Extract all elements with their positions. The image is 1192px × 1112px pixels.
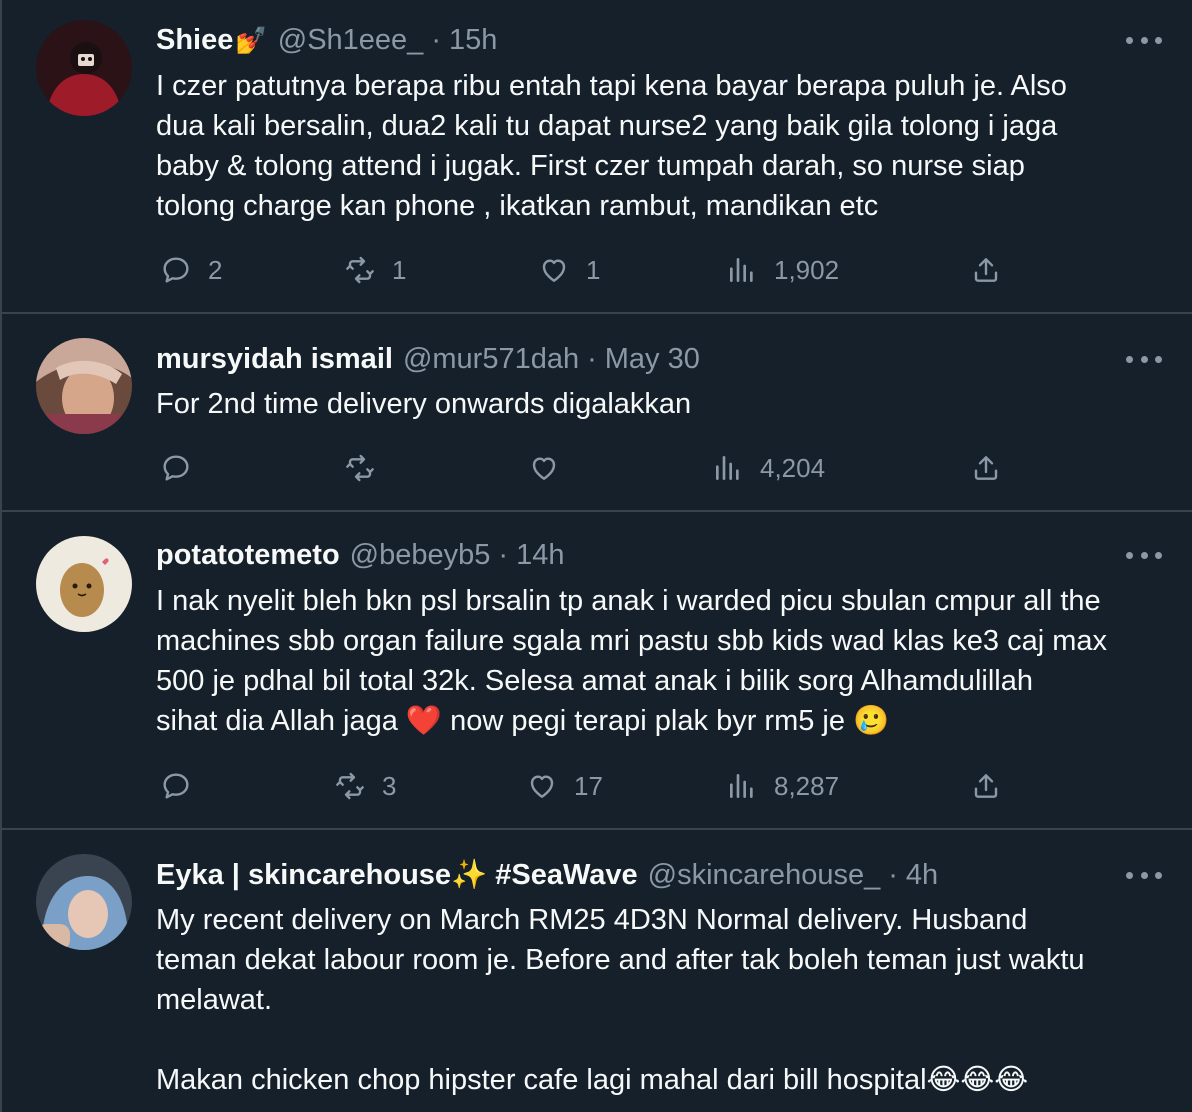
like-button[interactable]: 17 xyxy=(526,766,603,806)
like-button[interactable] xyxy=(528,448,560,488)
tweet-line: tolong charge kan phone , ikatkan rambut… xyxy=(156,190,879,222)
views-button[interactable]: 1,902 xyxy=(726,250,839,290)
timestamp[interactable]: 15h xyxy=(449,24,497,57)
reply-icon xyxy=(163,257,189,283)
tweet-line: melawat. xyxy=(156,984,273,1016)
reply-button[interactable] xyxy=(160,448,192,488)
reply-button[interactable] xyxy=(160,766,192,806)
retweet-icon xyxy=(336,772,364,800)
tweet-line: teman dekat labour room je. Before and a… xyxy=(156,944,1085,976)
more-icon[interactable] xyxy=(1126,347,1162,371)
share-icon xyxy=(974,258,998,282)
like-count: 1 xyxy=(586,254,601,285)
retweet-icon xyxy=(346,256,374,284)
view-count: 4,204 xyxy=(760,452,826,483)
share-icon xyxy=(974,456,998,480)
view-count: 1,902 xyxy=(774,254,840,285)
avatar[interactable] xyxy=(36,338,132,434)
tweet[interactable]: Shiee 💅 @Sh1eee_ · 15h I czer patutnya b… xyxy=(2,0,1192,314)
display-name[interactable]: potatotemeto xyxy=(156,539,340,572)
retweet-button[interactable]: 3 xyxy=(334,766,396,806)
tweet-text: My recent delivery on March RM25 4D3N No… xyxy=(156,900,1168,1100)
timestamp[interactable]: 4h xyxy=(906,859,938,892)
views-icon xyxy=(730,258,753,282)
user-handle[interactable]: @skincarehouse_ xyxy=(648,859,881,892)
like-icon xyxy=(530,775,554,798)
timeline-feed: Shiee 💅 @Sh1eee_ · 15h I czer patutnya b… xyxy=(0,0,1192,1112)
views-icon xyxy=(730,774,753,798)
share-button[interactable] xyxy=(970,766,1002,806)
retweet-count: 1 xyxy=(392,254,407,285)
user-handle[interactable]: @Sh1eee_ xyxy=(278,24,424,57)
name-emoji: 💅 xyxy=(235,24,268,55)
display-name[interactable]: mursyidah ismail xyxy=(156,343,393,376)
share-icon xyxy=(974,774,998,798)
display-name[interactable]: Eyka | skincarehouse✨ #SeaWave xyxy=(156,858,638,892)
tweet-line: baby & tolong attend i jugak. First czer… xyxy=(156,150,1025,182)
tweet-line: 500 je pdhal bil total 32k. Selesa amat … xyxy=(156,665,1033,697)
tweet-line: I nak nyelit bleh bkn psl brsalin tp ana… xyxy=(156,585,1101,617)
separator-dot: · xyxy=(498,538,509,571)
avatar[interactable] xyxy=(36,20,132,116)
action-bar: 3 17 8,287 xyxy=(156,766,1192,806)
views-button[interactable]: 8,287 xyxy=(726,766,839,806)
avatar[interactable] xyxy=(36,854,132,950)
reply-icon xyxy=(163,773,189,799)
like-icon xyxy=(542,259,566,282)
avatar[interactable] xyxy=(36,536,132,632)
like-button[interactable]: 1 xyxy=(538,250,600,290)
separator-dot: · xyxy=(431,23,441,56)
user-handle[interactable]: @mur571dah xyxy=(403,343,579,376)
tweet-line: dua kali bersalin, dua2 kali tu dapat nu… xyxy=(156,110,1058,142)
tweet-text: For 2nd time delivery onwards digalakkan xyxy=(156,384,1168,424)
tweet-line: For 2nd time delivery onwards digalakkan xyxy=(156,388,692,420)
tweet[interactable]: Eyka | skincarehouse✨ #SeaWave @skincare… xyxy=(2,830,1192,1112)
timestamp[interactable]: 14h xyxy=(516,539,564,572)
views-icon xyxy=(716,456,739,480)
separator-dot: · xyxy=(888,858,898,891)
like-count: 17 xyxy=(574,770,603,801)
tweet-text: I nak nyelit bleh bkn psl brsalin tp ana… xyxy=(156,581,1168,741)
more-icon[interactable] xyxy=(1126,543,1162,567)
tweet-text: I czer patutnya berapa ribu entah tapi k… xyxy=(156,66,1168,226)
separator-dot: · xyxy=(587,342,597,375)
action-bar: 2 1 1 1,902 xyxy=(156,250,1192,290)
display-name[interactable]: Shiee xyxy=(156,24,233,57)
retweet-button[interactable]: 1 xyxy=(344,250,406,290)
more-icon[interactable] xyxy=(1126,28,1162,52)
tweet-line: sihat dia Allah jaga ❤️ now pegi terapi … xyxy=(156,705,890,737)
view-count: 8,287 xyxy=(774,770,840,801)
action-bar: 4,204 xyxy=(156,448,1192,488)
more-icon[interactable] xyxy=(1126,863,1162,887)
tweet[interactable]: mursyidah ismail @mur571dah · May 30 For… xyxy=(2,314,1192,512)
tweet-line: My recent delivery on March RM25 4D3N No… xyxy=(156,904,1028,936)
reply-button[interactable]: 2 xyxy=(160,250,222,290)
reply-count: 2 xyxy=(208,254,223,285)
timestamp[interactable]: May 30 xyxy=(605,343,700,376)
tweet[interactable]: potatotemeto @bebeyb5 · 14h I nak nyelit… xyxy=(2,512,1192,830)
reply-icon xyxy=(163,455,189,481)
retweet-count: 3 xyxy=(382,770,397,801)
retweet-button[interactable] xyxy=(344,448,376,488)
tweet-line: machines sbb organ failure sgala mri pas… xyxy=(156,625,1108,657)
share-button[interactable] xyxy=(970,250,1002,290)
tweet-line: Makan chicken chop hipster cafe lagi mah… xyxy=(156,1064,1029,1096)
user-handle[interactable]: @bebeyb5 xyxy=(350,539,491,572)
retweet-icon xyxy=(346,454,374,482)
share-button[interactable] xyxy=(970,448,1002,488)
views-button[interactable]: 4,204 xyxy=(712,448,825,488)
tweet-line: I czer patutnya berapa ribu entah tapi k… xyxy=(156,70,1067,102)
like-icon xyxy=(532,457,556,480)
